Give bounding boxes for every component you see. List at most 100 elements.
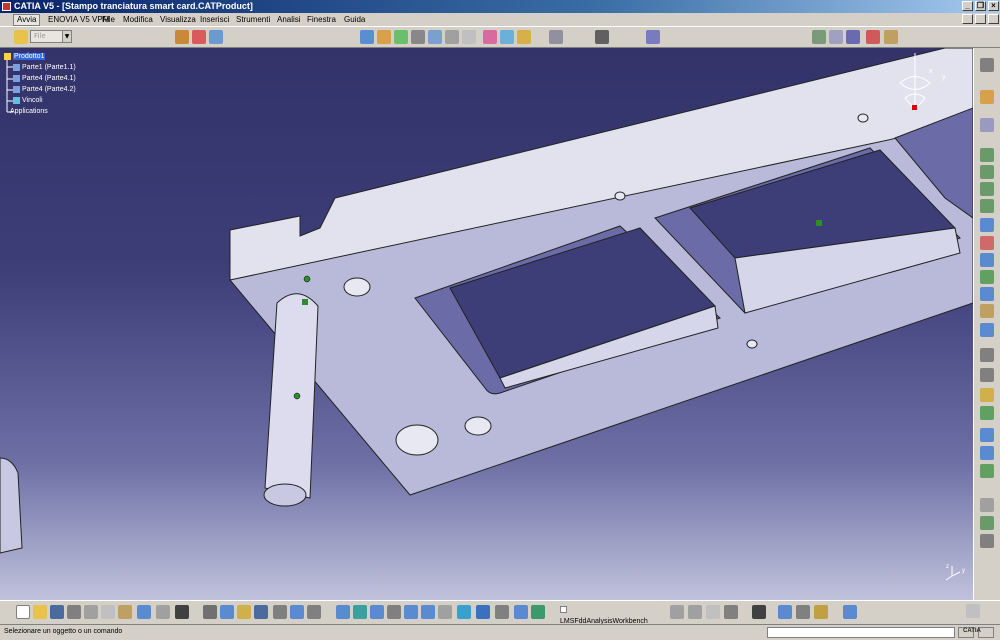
manipulate-icon[interactable] [394,30,408,44]
sectioning-icon[interactable] [724,605,738,619]
product-structure-icon[interactable] [980,148,994,162]
constraint-marker[interactable] [816,220,822,226]
light-icon[interactable] [237,605,251,619]
grid-icon[interactable] [595,30,609,44]
new-document-icon[interactable] [16,605,30,619]
copy-icon[interactable] [101,605,115,619]
cut-icon[interactable] [84,605,98,619]
menu-modifica[interactable]: Modifica [123,15,153,25]
clash-icon[interactable] [462,30,476,44]
bottle-icon[interactable] [814,605,828,619]
doc-minimize-button[interactable] [962,14,973,24]
tree-node-part4-1[interactable]: Parte4 (Parte4.1) [13,74,76,84]
fix-together-icon[interactable] [980,516,994,530]
left-cylinder[interactable] [0,457,23,554]
doc-restore-button[interactable] [975,14,986,24]
view-mode-icon[interactable] [846,30,860,44]
compass-origin[interactable] [912,105,917,110]
generate-numbering-icon[interactable] [980,270,994,284]
hole-3[interactable] [395,424,439,456]
pencil-icon[interactable] [377,30,391,44]
fix-component-icon[interactable] [980,498,994,512]
distance-analysis-icon[interactable] [706,605,720,619]
swap-visible-icon[interactable] [531,605,545,619]
normal-view-icon[interactable] [438,605,452,619]
menu-strumenti[interactable]: Strumenti [236,15,270,25]
constraint-offset-icon[interactable] [517,30,531,44]
link-icon[interactable] [360,30,374,44]
catia-app-icon[interactable] [2,2,11,11]
close-button[interactable]: × [988,1,999,11]
update-all-icon[interactable] [778,605,792,619]
constraint-marker[interactable] [302,299,308,305]
menu-finestra[interactable]: Finestra [307,15,336,25]
select-arrow-icon[interactable] [980,90,994,104]
replace-component-icon[interactable] [980,236,994,250]
tree-node-part1[interactable]: Parte1 (Parte1.1) [13,63,76,73]
redo-icon[interactable] [156,605,170,619]
macro-icon[interactable] [290,605,304,619]
zoom-out-icon[interactable] [421,605,435,619]
insert-product-icon[interactable] [980,182,994,196]
apply-material-icon[interactable] [866,30,880,44]
hole-5[interactable] [746,339,758,349]
product-icon[interactable] [209,30,223,44]
existing-component-icon[interactable] [980,218,994,232]
insert-component-icon[interactable] [980,165,994,179]
constraint-coincidence-icon[interactable] [483,30,497,44]
hole-6[interactable] [857,113,869,123]
tree-node-vincoli[interactable]: Vincoli [13,96,43,106]
hide-show-icon[interactable] [514,605,528,619]
undo-icon[interactable] [137,605,151,619]
render-style-icon[interactable] [495,605,509,619]
comment-icon[interactable] [220,605,234,619]
model-canvas[interactable] [0,48,973,600]
workbench-toggle[interactable]: LMSFddAnalysisWorkbench [560,604,656,625]
camera-icon[interactable] [752,605,766,619]
measure-icon[interactable] [307,605,321,619]
stop-manipulate-icon[interactable] [980,406,994,420]
menu-guida[interactable]: Guida [344,15,365,25]
3d-viewport[interactable]: x y z y [0,48,973,600]
open-folder-icon[interactable] [14,30,28,44]
manipulation-icon[interactable] [980,348,994,362]
publication-icon[interactable] [884,30,898,44]
clash-analysis-icon[interactable] [688,605,702,619]
catalog-browser-icon[interactable] [273,605,287,619]
selective-load-icon[interactable] [980,287,994,301]
constraint-contact-icon[interactable] [980,446,994,460]
sketch-icon[interactable] [829,30,843,44]
analysis-tool-icon[interactable] [670,605,684,619]
snap-icon[interactable] [428,30,442,44]
menu-avvia[interactable]: Avvia [13,14,41,26]
hole-4[interactable] [614,191,626,201]
constraint-offset-icon[interactable] [980,464,994,478]
eraser-icon[interactable] [843,605,857,619]
workbench-checkbox[interactable] [560,605,567,613]
constraint-marker[interactable] [293,392,301,400]
explode-icon[interactable] [445,30,459,44]
file-combo[interactable]: File ▼ [30,30,72,43]
whats-this-icon[interactable] [175,605,189,619]
update-icon[interactable] [549,30,563,44]
rotate-icon[interactable] [387,605,401,619]
sketch-settings-icon[interactable] [980,118,994,132]
chevron-down-icon[interactable]: ▼ [62,31,71,42]
tree-node-applications[interactable]: Applications [10,107,48,117]
save-icon[interactable] [50,605,64,619]
tree-node-part4-2[interactable]: Parte4 (Parte4.2) [13,85,76,95]
select-icon[interactable] [812,30,826,44]
menu-inserisci[interactable]: Inserisci [200,15,229,25]
hole-1[interactable] [343,277,371,297]
snap-move-icon[interactable] [980,368,994,382]
graph-tree-icon[interactable] [980,253,994,267]
analysis-icon[interactable] [646,30,660,44]
tree-node-product[interactable]: Prodotto1 [4,52,46,62]
compute-icon[interactable] [796,605,810,619]
print-icon[interactable] [67,605,81,619]
paste-icon[interactable] [118,605,132,619]
formula-icon[interactable] [203,605,217,619]
isometric-view-icon[interactable] [476,605,490,619]
pan-icon[interactable] [370,605,384,619]
zoom-in-icon[interactable] [404,605,418,619]
